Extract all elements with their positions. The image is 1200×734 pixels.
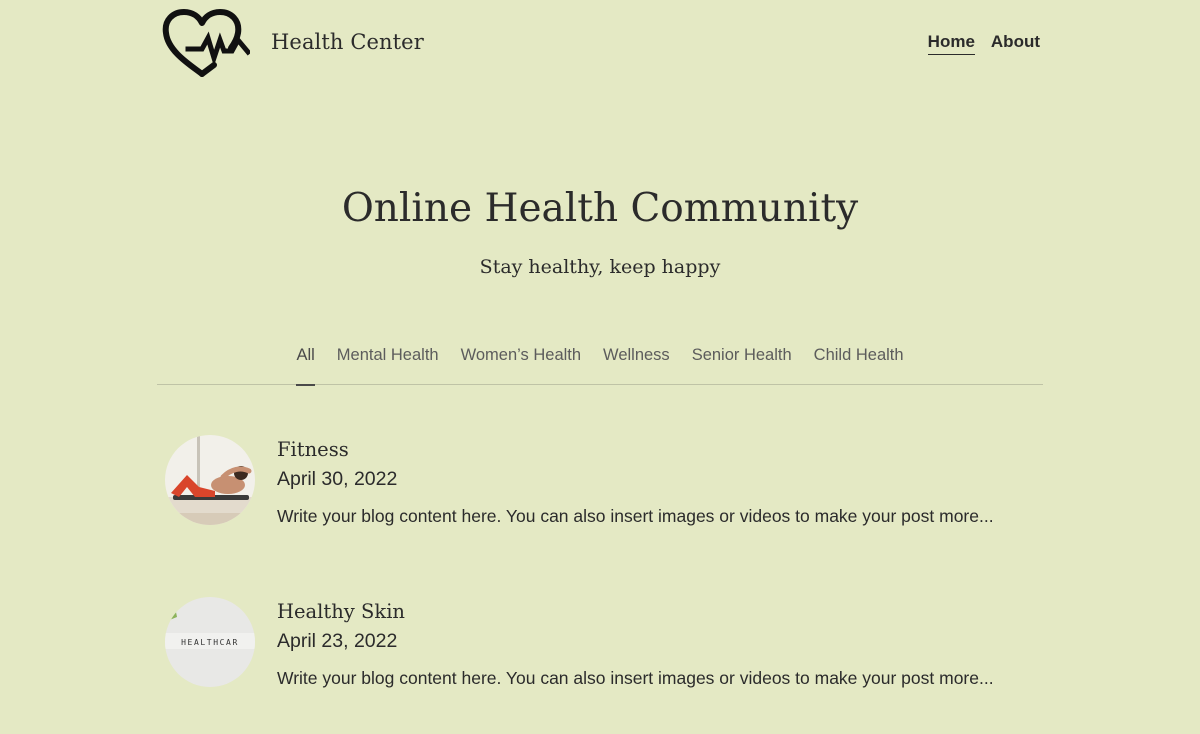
tab-child-health[interactable]: Child Health (814, 343, 904, 385)
tab-senior-health[interactable]: Senior Health (692, 343, 792, 385)
nav-home[interactable]: Home (927, 32, 975, 55)
post-date: April 30, 2022 (277, 468, 398, 490)
page: Health Center Home About Online Health C… (0, 0, 1200, 734)
post-excerpt: Write your blog content here. You can al… (277, 506, 994, 526)
nav-about[interactable]: About (991, 32, 1040, 55)
brand-name[interactable]: Health Center (271, 30, 424, 54)
page-title: Online Health Community (341, 186, 859, 231)
post-item[interactable]: Fitness April 30, 2022 Write your blog c… (165, 435, 1045, 565)
post-title[interactable]: Fitness (277, 438, 349, 461)
tab-mental-health[interactable]: Mental Health (337, 343, 439, 385)
page-subtitle: Stay healthy, keep happy (479, 256, 721, 278)
site-header: Health Center Home About (0, 0, 1200, 92)
tab-wellness[interactable]: Wellness (603, 343, 670, 385)
post-item[interactable]: HEALTHCAR Healthy Skin April 23, 2022 Wr… (165, 597, 1045, 727)
tab-womens-health[interactable]: Women’s Health (461, 343, 581, 385)
heart-pulse-icon[interactable] (162, 8, 250, 80)
post-date: April 23, 2022 (277, 630, 398, 652)
fitness-image (165, 435, 255, 525)
tab-all[interactable]: All (296, 343, 316, 386)
post-excerpt: Write your blog content here. You can al… (277, 668, 994, 688)
healthcare-image: HEALTHCAR (165, 597, 255, 687)
healthcare-thumbnail[interactable]: HEALTHCAR (165, 597, 255, 687)
main-nav: Home About (927, 32, 1040, 55)
category-tabs: All Mental Health Women’s Health Wellnes… (157, 343, 1043, 386)
fitness-thumbnail[interactable] (165, 435, 255, 525)
thumbnail-letters: HEALTHCAR (181, 638, 239, 647)
post-title[interactable]: Healthy Skin (277, 600, 405, 623)
